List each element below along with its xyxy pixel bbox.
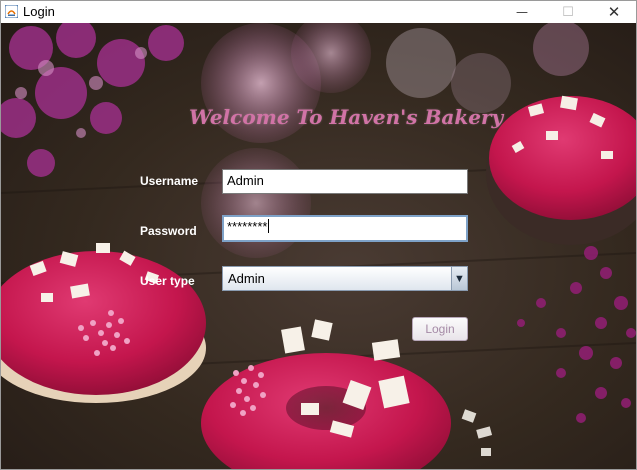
minimize-icon: — — [516, 5, 528, 19]
close-button[interactable]: ✕ — [591, 1, 636, 23]
username-value: Admin — [227, 173, 264, 188]
user-type-selected-value: Admin — [228, 271, 265, 286]
title-bar[interactable]: Login — ☐ ✕ — [1, 1, 636, 23]
minimize-button[interactable]: — — [499, 1, 545, 23]
dropdown-arrow-icon[interactable]: ▼ — [451, 267, 467, 290]
login-window: Login — ☐ ✕ Welcome To Haven's Bakery Us… — [0, 0, 637, 470]
text-caret — [268, 219, 270, 233]
java-app-icon — [5, 5, 18, 18]
username-field[interactable]: Admin — [222, 169, 468, 194]
maximize-icon: ☐ — [562, 5, 574, 20]
password-label: Password — [140, 224, 197, 238]
password-field[interactable]: ******** — [222, 215, 468, 242]
password-value: ******** — [227, 219, 268, 234]
user-type-dropdown[interactable]: Admin ▼ — [222, 266, 468, 291]
maximize-button[interactable]: ☐ — [545, 1, 591, 23]
user-type-label: User type — [140, 274, 195, 288]
close-icon: ✕ — [607, 3, 621, 21]
username-label: Username — [140, 174, 199, 188]
window-title: Login — [23, 4, 55, 19]
welcome-heading: Welcome To Haven's Bakery — [189, 105, 504, 129]
login-button-label: Login — [425, 322, 455, 336]
bakery-background-image — [1, 23, 636, 469]
login-button[interactable]: Login — [412, 317, 468, 341]
login-panel: Welcome To Haven's Bakery Username Admin… — [1, 23, 636, 469]
